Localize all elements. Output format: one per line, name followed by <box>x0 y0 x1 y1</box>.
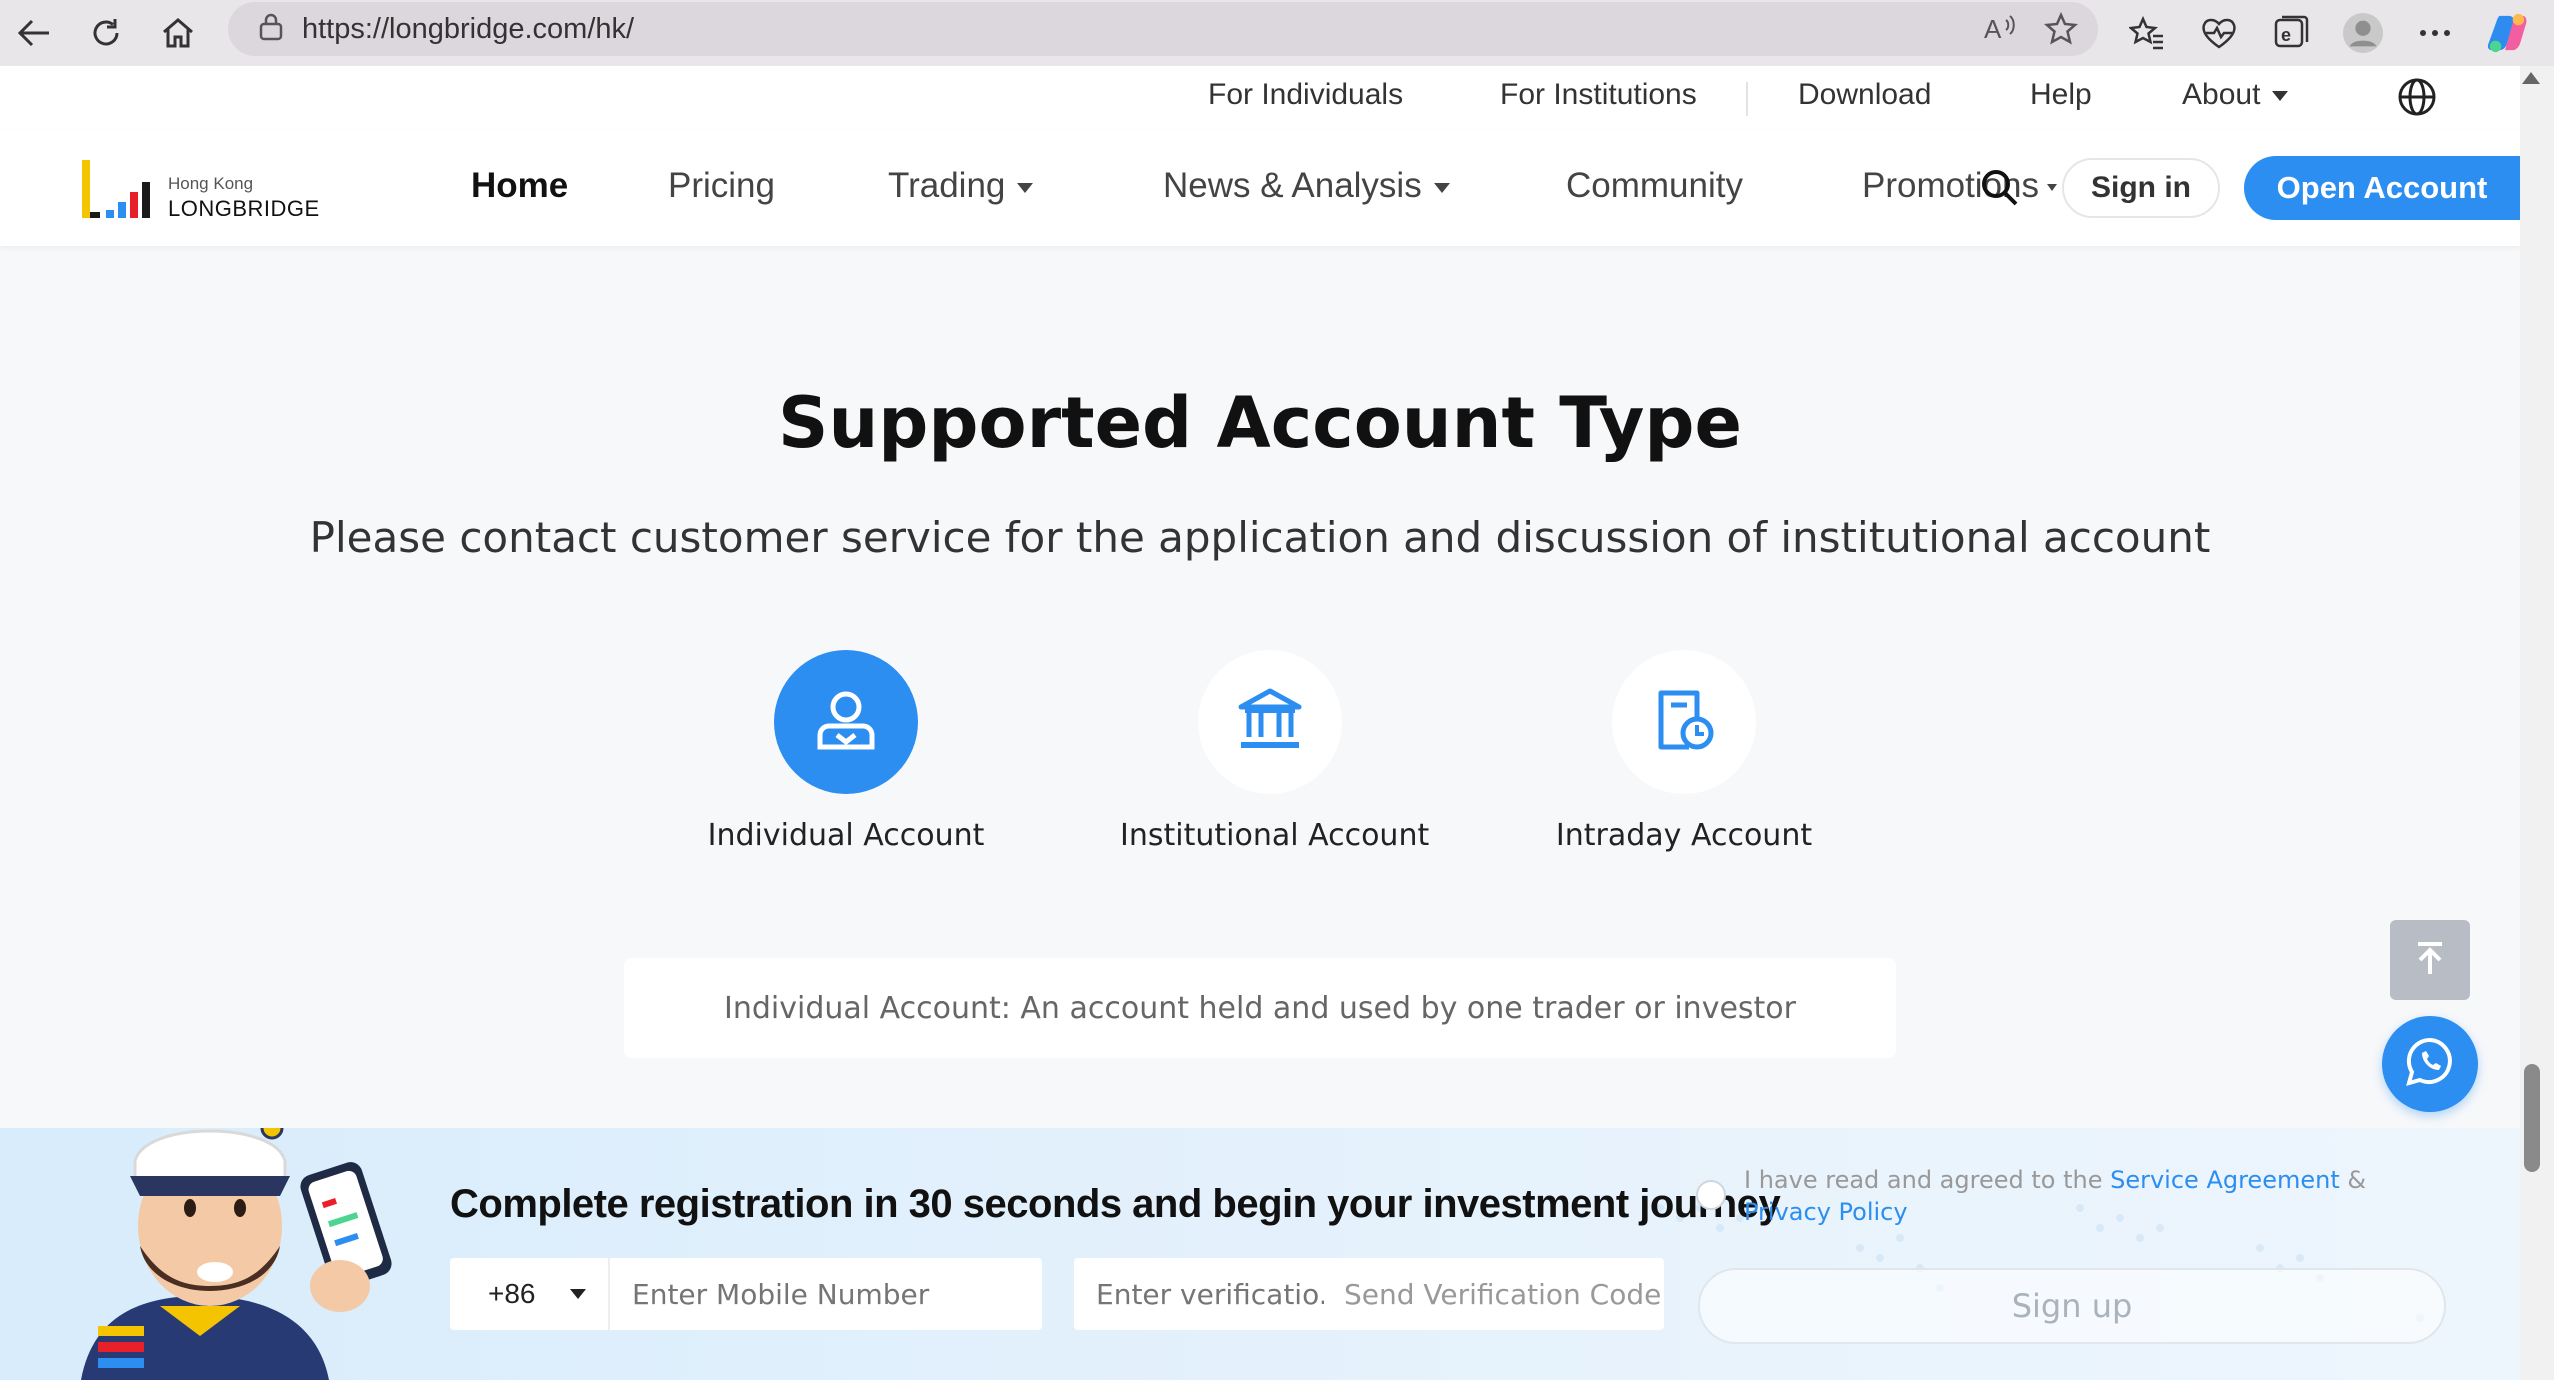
favorites-list-icon[interactable] <box>2126 12 2168 54</box>
search-icon[interactable] <box>1980 168 2020 212</box>
nav-home[interactable]: Home <box>471 166 568 206</box>
util-nav-divider <box>1746 82 1748 116</box>
url-text: https://longbridge.com/hk/ <box>302 12 635 45</box>
globe-language-icon[interactable] <box>2396 76 2438 122</box>
util-nav-about[interactable]: About <box>2182 78 2289 112</box>
profile-avatar-icon[interactable] <box>2342 12 2384 54</box>
svg-text:e: e <box>2281 25 2291 45</box>
agreement-ampersand: & <box>2347 1166 2367 1194</box>
brand-region: Hong Kong <box>168 174 254 193</box>
longbridge-logo-icon[interactable] <box>82 158 152 222</box>
privacy-policy-link[interactable]: Privacy Policy <box>1744 1198 1908 1226</box>
service-agreement-link[interactable]: Service Agreement <box>2110 1166 2340 1194</box>
account-label: Institutional Account <box>1120 818 1430 853</box>
country-code-select[interactable]: +86 <box>450 1258 610 1330</box>
brand-name[interactable]: LONGBRIDGE <box>168 196 320 222</box>
collections-icon[interactable]: e <box>2270 12 2312 54</box>
user-icon <box>811 685 881 759</box>
favorite-star-icon[interactable] <box>2043 11 2079 50</box>
util-nav-for-individuals[interactable]: For Individuals <box>1208 78 1403 112</box>
chevron-down-icon <box>569 1289 586 1299</box>
nav-trading-label: Trading <box>888 166 1006 205</box>
agreement-text: I have read and agreed to the Service Ag… <box>1744 1164 2424 1228</box>
account-label: Intraday Account <box>1555 818 1813 853</box>
account-label: Individual Account <box>707 818 985 853</box>
document-clock-icon <box>1649 685 1719 759</box>
mobile-number-field: +86 <box>450 1258 1042 1330</box>
mascot-captain-illustration <box>40 1128 440 1380</box>
nav-pricing[interactable]: Pricing <box>668 166 775 206</box>
scrollbar-thumb[interactable] <box>2524 1064 2540 1172</box>
util-nav-help[interactable]: Help <box>2030 78 2092 112</box>
util-nav-for-institutions[interactable]: For Institutions <box>1500 78 1697 112</box>
copilot-icon[interactable] <box>2486 12 2528 54</box>
country-code-value: +86 <box>488 1278 536 1309</box>
account-description: Individual Account: An account held and … <box>624 958 1896 1058</box>
account-icon-circle <box>774 650 918 794</box>
read-aloud-icon[interactable]: A <box>1982 12 2018 48</box>
arrow-up-to-top-icon <box>2412 940 2448 980</box>
more-options-icon[interactable] <box>2414 12 2456 54</box>
nav-community[interactable]: Community <box>1566 166 1743 206</box>
send-verification-code-button[interactable]: Send Verification Code <box>1344 1278 1661 1311</box>
section-subtitle: Please contact customer service for the … <box>309 513 2211 562</box>
verification-code-input[interactable] <box>1074 1259 1324 1329</box>
open-account-button[interactable]: Open Account <box>2244 156 2520 220</box>
nav-trading[interactable]: Trading <box>888 166 1034 206</box>
section-title: Supported Account Type <box>778 382 1742 464</box>
back-to-top-button[interactable] <box>2390 920 2470 1000</box>
back-arrow-icon[interactable] <box>14 13 54 53</box>
home-icon[interactable] <box>158 13 198 53</box>
whatsapp-chat-button[interactable] <box>2382 1016 2478 1112</box>
mobile-number-input[interactable] <box>610 1259 1030 1329</box>
chevron-down-icon <box>1433 182 1450 193</box>
chevron-down-icon <box>2272 91 2289 102</box>
account-type-institutional[interactable]: Institutional Account <box>1120 650 1430 853</box>
address-bar[interactable]: https://longbridge.com/hk/ A <box>228 2 2098 56</box>
util-nav-download[interactable]: Download <box>1798 78 1931 112</box>
main-nav: Hong Kong LONGBRIDGE Home Pricing Tradin… <box>0 130 2520 246</box>
chevron-down-icon <box>1017 182 1034 193</box>
lock-icon <box>258 13 284 45</box>
scrollbar-track[interactable] <box>2520 66 2554 1380</box>
account-icon-circle <box>1198 650 1342 794</box>
browser-toolbar: https://longbridge.com/hk/ A e <box>0 0 2554 66</box>
chevron-down-icon <box>2047 184 2058 192</box>
nav-news-analysis[interactable]: News & Analysis <box>1163 166 1450 206</box>
nav-promotions[interactable]: Promotions <box>1862 166 2058 206</box>
sign-in-button[interactable]: Sign in <box>2062 158 2220 218</box>
scroll-up-arrow-icon[interactable] <box>2522 72 2540 84</box>
sign-up-button[interactable]: Sign up <box>1698 1268 2446 1344</box>
agreement-prefix: I have read and agreed to the <box>1744 1166 2103 1194</box>
account-type-individual[interactable]: Individual Account <box>696 650 996 853</box>
banner-title: Complete registration in 30 seconds and … <box>450 1182 1781 1226</box>
utility-nav: For Individuals For Institutions Downloa… <box>0 66 2520 130</box>
account-type-intraday[interactable]: Intraday Account <box>1534 650 1834 853</box>
util-nav-about-label: About <box>2182 78 2261 111</box>
nav-news-label: News & Analysis <box>1163 166 1422 205</box>
account-icon-circle <box>1612 650 1756 794</box>
chat-bubble-phone-icon <box>2404 1036 2456 1092</box>
registration-banner: Complete registration in 30 seconds and … <box>0 1128 2520 1380</box>
agreement-checkbox[interactable] <box>1696 1180 1726 1210</box>
verification-code-field: Send Verification Code <box>1074 1258 1664 1330</box>
reload-icon[interactable] <box>86 13 126 53</box>
heartbeat-icon[interactable] <box>2198 12 2240 54</box>
bank-building-icon <box>1235 685 1305 759</box>
svg-text:A: A <box>1984 14 2002 44</box>
